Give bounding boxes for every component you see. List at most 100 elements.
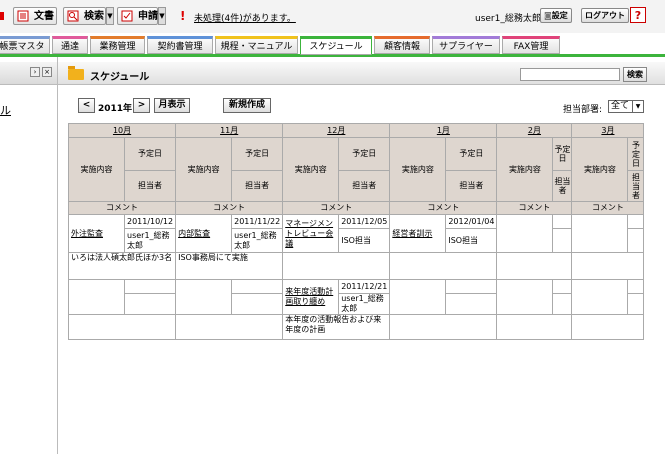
search-dropdown[interactable]: ▼: [106, 7, 114, 25]
assignee-cell: user1_総務太郎: [231, 228, 284, 253]
search-icon: [67, 10, 79, 22]
task-cell: [389, 279, 447, 315]
help-icon[interactable]: ?: [630, 7, 646, 23]
task-cell[interactable]: 経営者訓示: [389, 214, 447, 253]
document-button[interactable]: 文書: [13, 7, 57, 25]
left-panel: › × ル: [0, 57, 58, 454]
tab-contracts[interactable]: 契約書管理: [147, 36, 213, 54]
month-name: 10月: [112, 125, 132, 135]
comment-header: コメント: [496, 201, 573, 215]
task-link[interactable]: 内部監査: [178, 229, 210, 238]
date-cell: [445, 279, 498, 294]
content-header: 実施内容: [496, 137, 554, 202]
left-panel-header: › ×: [0, 62, 57, 85]
tab-label: 業務管理: [99, 42, 136, 52]
date-cell: [552, 279, 573, 294]
logout-button[interactable]: ログアウト: [581, 8, 629, 23]
date-cell: [123, 279, 177, 294]
date-header: 予定日: [338, 137, 391, 171]
tab-notice[interactable]: 通達: [52, 36, 88, 54]
task-cell: [496, 279, 554, 315]
comment-cell: [175, 314, 284, 340]
task-cell[interactable]: マネージメントレビュー会議: [282, 214, 340, 253]
date-cell: [552, 214, 573, 229]
search-menu-button[interactable]: 検索: [63, 7, 106, 25]
schedule-table: 10月 11月 12月 1月 2月 3月 実施内容 予定日 実施内容 予定日 実…: [67, 123, 645, 340]
tab-label: 契約書管理: [157, 42, 203, 52]
tab-label: スケジュール: [309, 42, 363, 52]
settings-icon: ◙: [544, 11, 552, 20]
month-name: 2月: [527, 125, 541, 135]
comment-cell: [571, 252, 645, 280]
task-link[interactable]: 外注監査: [71, 229, 103, 238]
tab-business[interactable]: 業務管理: [90, 36, 145, 54]
comment-cell: ISO事務局にて実施: [175, 252, 284, 280]
month-header[interactable]: 11月: [175, 123, 284, 138]
month-header[interactable]: 2月: [496, 123, 573, 138]
tab-fax[interactable]: FAX管理: [502, 36, 560, 54]
close-icon[interactable]: ×: [42, 67, 52, 77]
date-cell: 2012/01/04: [445, 214, 498, 229]
tab-label: 帳票マスタ: [0, 42, 45, 52]
date-cell: 2011/11/22: [231, 214, 284, 229]
apply-dropdown[interactable]: ▼: [158, 7, 166, 25]
edge-icon: [0, 12, 4, 20]
date-cell: 2011/10/12: [123, 214, 177, 229]
content-header: 実施内容: [389, 137, 447, 202]
month-header[interactable]: 10月: [67, 123, 177, 138]
comment-cell: [496, 314, 573, 340]
task-link[interactable]: 来年度活動計画取り纏め: [285, 287, 333, 306]
prev-year-button[interactable]: <: [78, 98, 95, 113]
assignee-cell: [123, 293, 177, 315]
apply-button[interactable]: 申請: [117, 7, 158, 25]
comment-row: いろは法人碩太郎氏ほか3名 ISO事務局にて実施: [67, 252, 645, 280]
dept-value: 全て: [611, 101, 630, 111]
left-panel-link[interactable]: ル: [0, 102, 11, 118]
search-button[interactable]: 検索: [623, 67, 647, 82]
task-cell: [571, 214, 629, 253]
user-name: user1_総務太郎: [475, 14, 541, 24]
settings-button[interactable]: ◙設定: [540, 8, 572, 23]
column-header-row: 実施内容 予定日 実施内容 予定日 実施内容 予定日 実施内容 予定日 実施内容…: [68, 137, 645, 202]
month-header[interactable]: 1月: [389, 123, 498, 138]
tab-suppliers[interactable]: サプライヤー: [432, 36, 500, 54]
task-cell: [175, 279, 233, 315]
search-menu-label: 検索: [84, 11, 104, 22]
expand-icon[interactable]: ›: [30, 67, 40, 77]
search-input[interactable]: [520, 68, 620, 81]
task-cell[interactable]: 外注監査: [68, 214, 125, 253]
tab-rules[interactable]: 規程・マニュアル: [215, 36, 298, 54]
tab-label: 規程・マニュアル: [220, 42, 293, 52]
tab-forms-master[interactable]: 帳票マスタ: [0, 36, 50, 54]
month-header-row: 10月 11月 12月 1月 2月 3月: [67, 123, 645, 138]
month-view-button[interactable]: 月表示: [154, 98, 190, 113]
date-cell: [627, 214, 645, 229]
dept-select[interactable]: 全て ▼: [608, 100, 644, 113]
document-icon: [17, 10, 29, 22]
table-row: user1_総務太郎 user1_総務太郎 ISO担当 ISO担当: [69, 228, 645, 253]
month-header[interactable]: 3月: [571, 123, 645, 138]
comment-header: コメント: [175, 201, 284, 215]
new-button[interactable]: 新規作成: [223, 98, 271, 113]
warning-icon: !: [180, 9, 186, 23]
tab-customers[interactable]: 顧客情報: [374, 36, 430, 54]
task-link[interactable]: マネージメントレビュー会議: [285, 219, 333, 248]
task-link[interactable]: 経営者訓示: [392, 229, 432, 238]
assignee-cell: [552, 293, 573, 315]
date-cell: [627, 279, 645, 294]
date-header: 予定日: [445, 137, 498, 171]
table-row: 外注監査 2011/10/12 内部監査 2011/11/22 マネージメントレ…: [68, 214, 645, 253]
tab-label: 通達: [60, 42, 79, 52]
task-cell[interactable]: 来年度活動計画取り纏め: [282, 279, 340, 315]
pending-link[interactable]: 未処理(4件)があります。: [194, 11, 296, 24]
month-name: 1月: [436, 125, 450, 135]
comment-cell: いろは法人碩太郎氏ほか3名: [67, 252, 177, 280]
month-header[interactable]: 12月: [282, 123, 391, 138]
comment-cell: [282, 252, 391, 280]
date-header: 予定日: [552, 137, 573, 171]
next-year-button[interactable]: >: [133, 98, 150, 113]
year-label: 2011年: [98, 104, 133, 114]
schedule-header: スケジュール 検索: [58, 62, 665, 85]
tab-schedule[interactable]: スケジュール: [300, 36, 372, 55]
task-cell[interactable]: 内部監査: [175, 214, 233, 253]
